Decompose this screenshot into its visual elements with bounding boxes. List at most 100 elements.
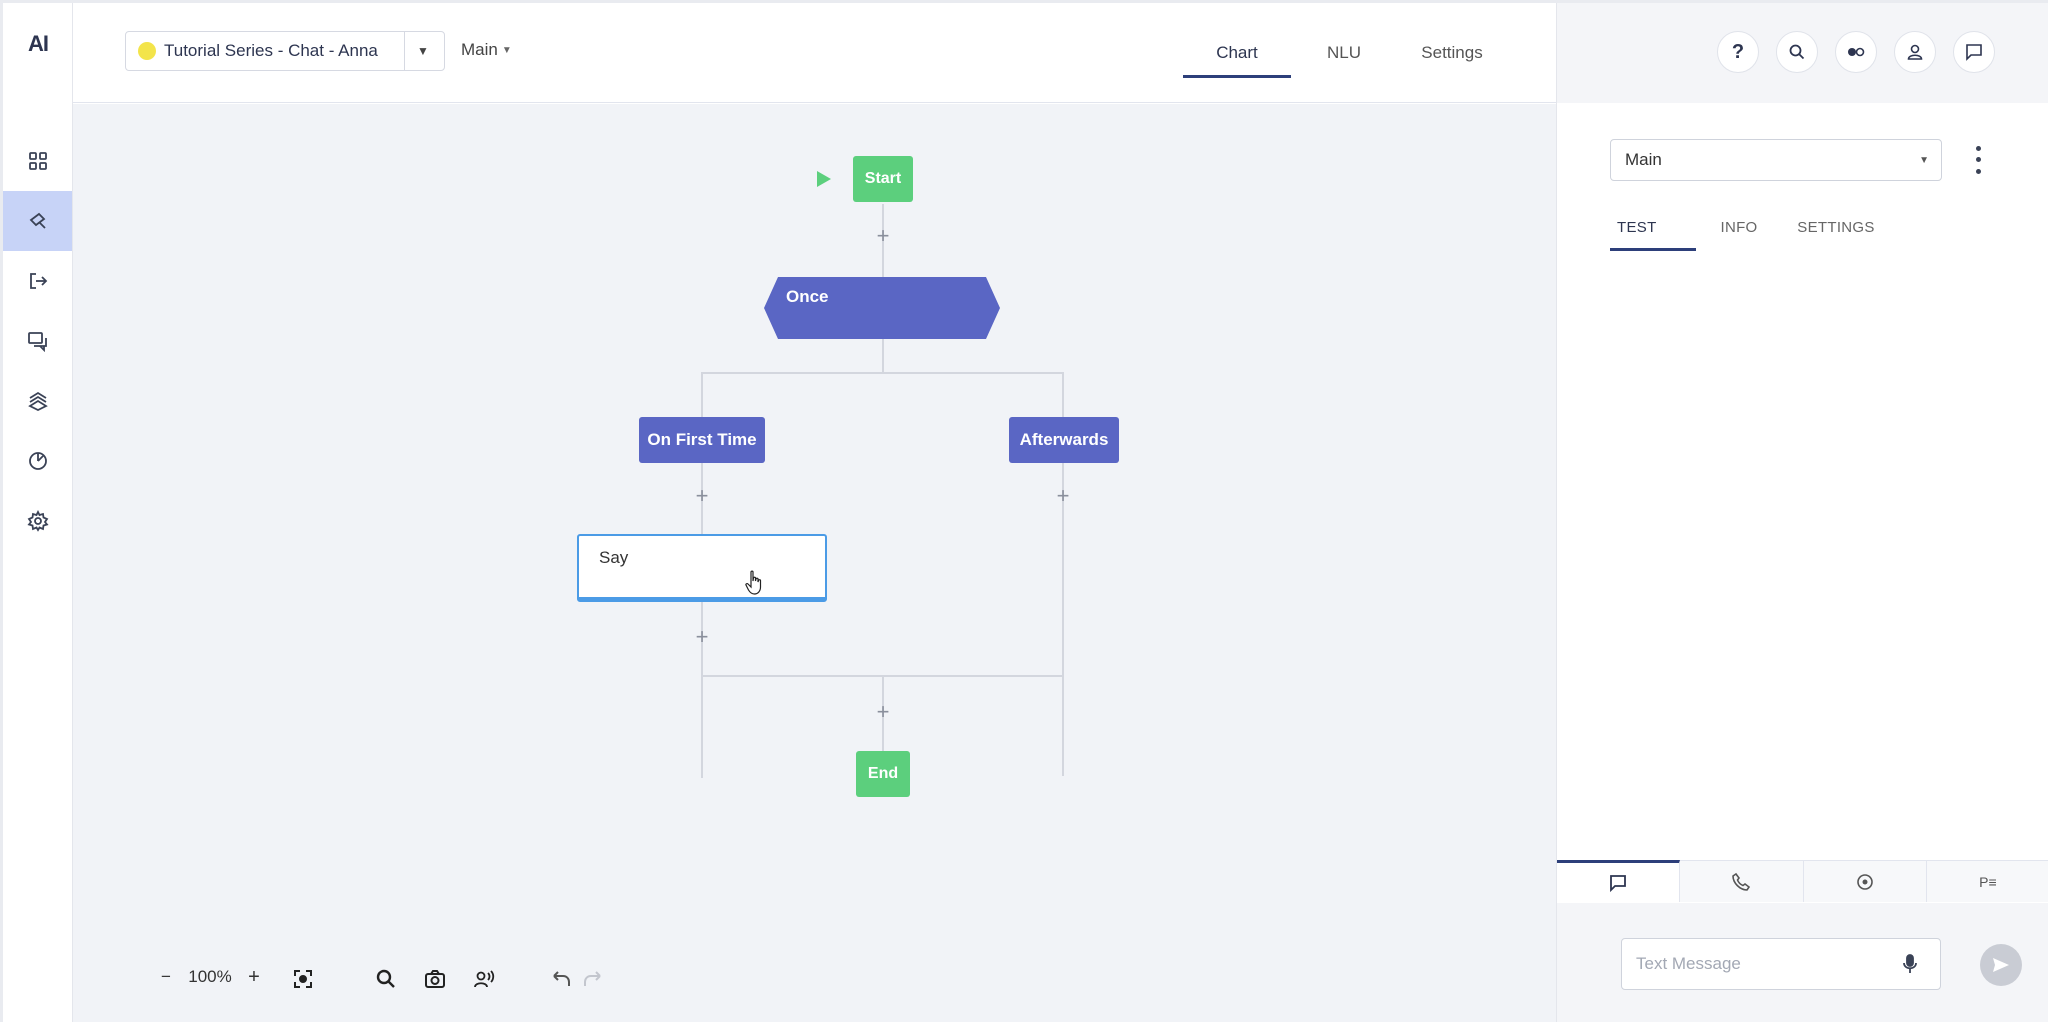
chat-icon: [1966, 44, 1982, 61]
sidebar-item-export[interactable]: [3, 251, 72, 311]
export-icon: [29, 273, 47, 289]
text-message-input[interactable]: [1621, 938, 1941, 990]
grid-icon: [28, 152, 47, 170]
user-icon: [1907, 44, 1923, 60]
chevron-down-icon[interactable]: ▼: [405, 44, 441, 58]
tab-info[interactable]: INFO: [1696, 203, 1782, 251]
test-chat-area: [1557, 253, 2048, 860]
fit-to-screen-button[interactable]: [288, 964, 318, 994]
help-button[interactable]: ?: [1717, 31, 1759, 73]
sidebar-item-analytics[interactable]: [3, 431, 72, 491]
add-node-icon[interactable]: +: [873, 701, 893, 723]
search-button[interactable]: [371, 964, 401, 994]
add-node-icon[interactable]: +: [1053, 485, 1073, 507]
add-node-icon[interactable]: +: [692, 485, 712, 507]
connector-line: [1062, 463, 1064, 776]
connector-line: [701, 372, 703, 420]
channel-playbook[interactable]: P≡: [1926, 861, 2048, 902]
record-icon: [1856, 873, 1873, 890]
hand-cursor-icon: [745, 570, 762, 595]
left-rail: AI: [3, 3, 73, 1022]
once-node[interactable]: Once: [764, 277, 1000, 339]
undo-icon: [553, 971, 570, 986]
channel-selector: P≡: [1557, 860, 2048, 902]
microphone-icon[interactable]: [1899, 953, 1921, 975]
flow-selector-label: Main: [461, 40, 498, 59]
sidebar-item-conversations[interactable]: [3, 311, 72, 371]
chat-icon: [1610, 874, 1627, 892]
add-node-icon[interactable]: +: [692, 626, 712, 648]
add-node-icon[interactable]: +: [873, 225, 893, 247]
panel-flow-select[interactable]: Main ▼: [1610, 139, 1942, 181]
once-node-label: Once: [786, 287, 829, 306]
connector-line: [1062, 372, 1064, 420]
voice-preview-button[interactable]: [469, 964, 499, 994]
app-window: AI Tutorial Series - Chat - Anna ▼ Main …: [0, 0, 2048, 1022]
zoom-level: 100%: [188, 967, 232, 986]
redo-icon: [584, 971, 601, 986]
afterwards-node[interactable]: Afterwards: [1009, 417, 1119, 463]
focus-icon: [294, 970, 312, 988]
flow-canvas[interactable]: Start + Once On First Time Afterwards + …: [73, 104, 1556, 1022]
more-options-icon[interactable]: [1969, 143, 1987, 177]
panel-flow-select-label: Main: [1625, 150, 1662, 169]
camera-icon: [425, 970, 445, 988]
sidebar-item-dashboard[interactable]: [3, 131, 72, 191]
connector-line: [701, 372, 1064, 374]
play-icon[interactable]: [817, 171, 831, 187]
chat-panel-button[interactable]: [1953, 31, 1995, 73]
connector-line: [882, 338, 884, 372]
sidebar-item-layers[interactable]: [3, 371, 72, 431]
chevron-down-icon: ▼: [501, 45, 512, 57]
screenshot-button[interactable]: [420, 964, 450, 994]
user-profile-button[interactable]: [1894, 31, 1936, 73]
sidebar-item-flow-editor[interactable]: [3, 191, 72, 251]
search-button[interactable]: [1776, 31, 1818, 73]
logo: AI: [28, 31, 49, 56]
say-node-label: Say: [599, 548, 629, 567]
panel-tabs: TEST INFO SETTINGS: [1610, 203, 1886, 251]
toggle-button[interactable]: [1835, 31, 1877, 73]
tab-chart[interactable]: Chart: [1183, 3, 1291, 103]
chevron-down-icon: ▼: [1919, 154, 1929, 166]
tab-test[interactable]: TEST: [1610, 203, 1696, 251]
say-node[interactable]: Say: [577, 534, 827, 602]
gear-icon: [26, 510, 49, 532]
channel-chat[interactable]: [1557, 860, 1681, 902]
on-first-time-node[interactable]: On First Time: [639, 417, 765, 463]
toggle-icon: [1848, 47, 1865, 57]
help-icon: ?: [1731, 40, 1745, 63]
main-tabs: Chart NLU Settings: [1183, 3, 1507, 103]
tab-settings[interactable]: Settings: [1397, 3, 1507, 103]
playbook-icon: P≡: [1979, 873, 1997, 890]
project-name: Tutorial Series - Chat - Anna: [164, 41, 378, 60]
send-button[interactable]: [1980, 944, 2022, 986]
conversations-icon: [27, 332, 47, 352]
analytics-icon: [28, 452, 47, 470]
start-node[interactable]: Start: [853, 156, 913, 202]
search-icon: [376, 969, 395, 988]
project-status-dot: [138, 42, 156, 60]
test-panel: ? Main ▼ TEST INFO SETTINGS P≡ Text Mess…: [1556, 3, 2048, 1022]
tab-panel-settings[interactable]: SETTINGS: [1786, 203, 1886, 251]
speaking-person-icon: [474, 970, 495, 988]
panel-header: ?: [1557, 3, 2048, 103]
redo-button[interactable]: [578, 964, 608, 994]
send-icon: [1993, 958, 2009, 972]
phone-icon: [1732, 872, 1751, 891]
channel-voice[interactable]: [1680, 861, 1804, 902]
flow-selector[interactable]: Main ▼: [461, 40, 512, 60]
tab-nlu[interactable]: NLU: [1291, 3, 1397, 103]
zoom-out-button[interactable]: −: [155, 960, 177, 994]
top-header: Tutorial Series - Chat - Anna ▼ Main ▼ Ch…: [73, 3, 1556, 103]
message-input-row: [1557, 903, 2048, 1022]
zoom-in-button[interactable]: +: [243, 960, 265, 994]
sidebar-item-settings[interactable]: [3, 491, 72, 551]
search-icon: [1789, 44, 1805, 60]
project-selector[interactable]: Tutorial Series - Chat - Anna ▼: [125, 31, 445, 71]
layers-icon: [27, 391, 48, 412]
undo-button[interactable]: [546, 964, 576, 994]
channel-record[interactable]: [1803, 861, 1927, 902]
flow-editor-icon: [29, 212, 46, 229]
end-node[interactable]: End: [856, 751, 910, 797]
